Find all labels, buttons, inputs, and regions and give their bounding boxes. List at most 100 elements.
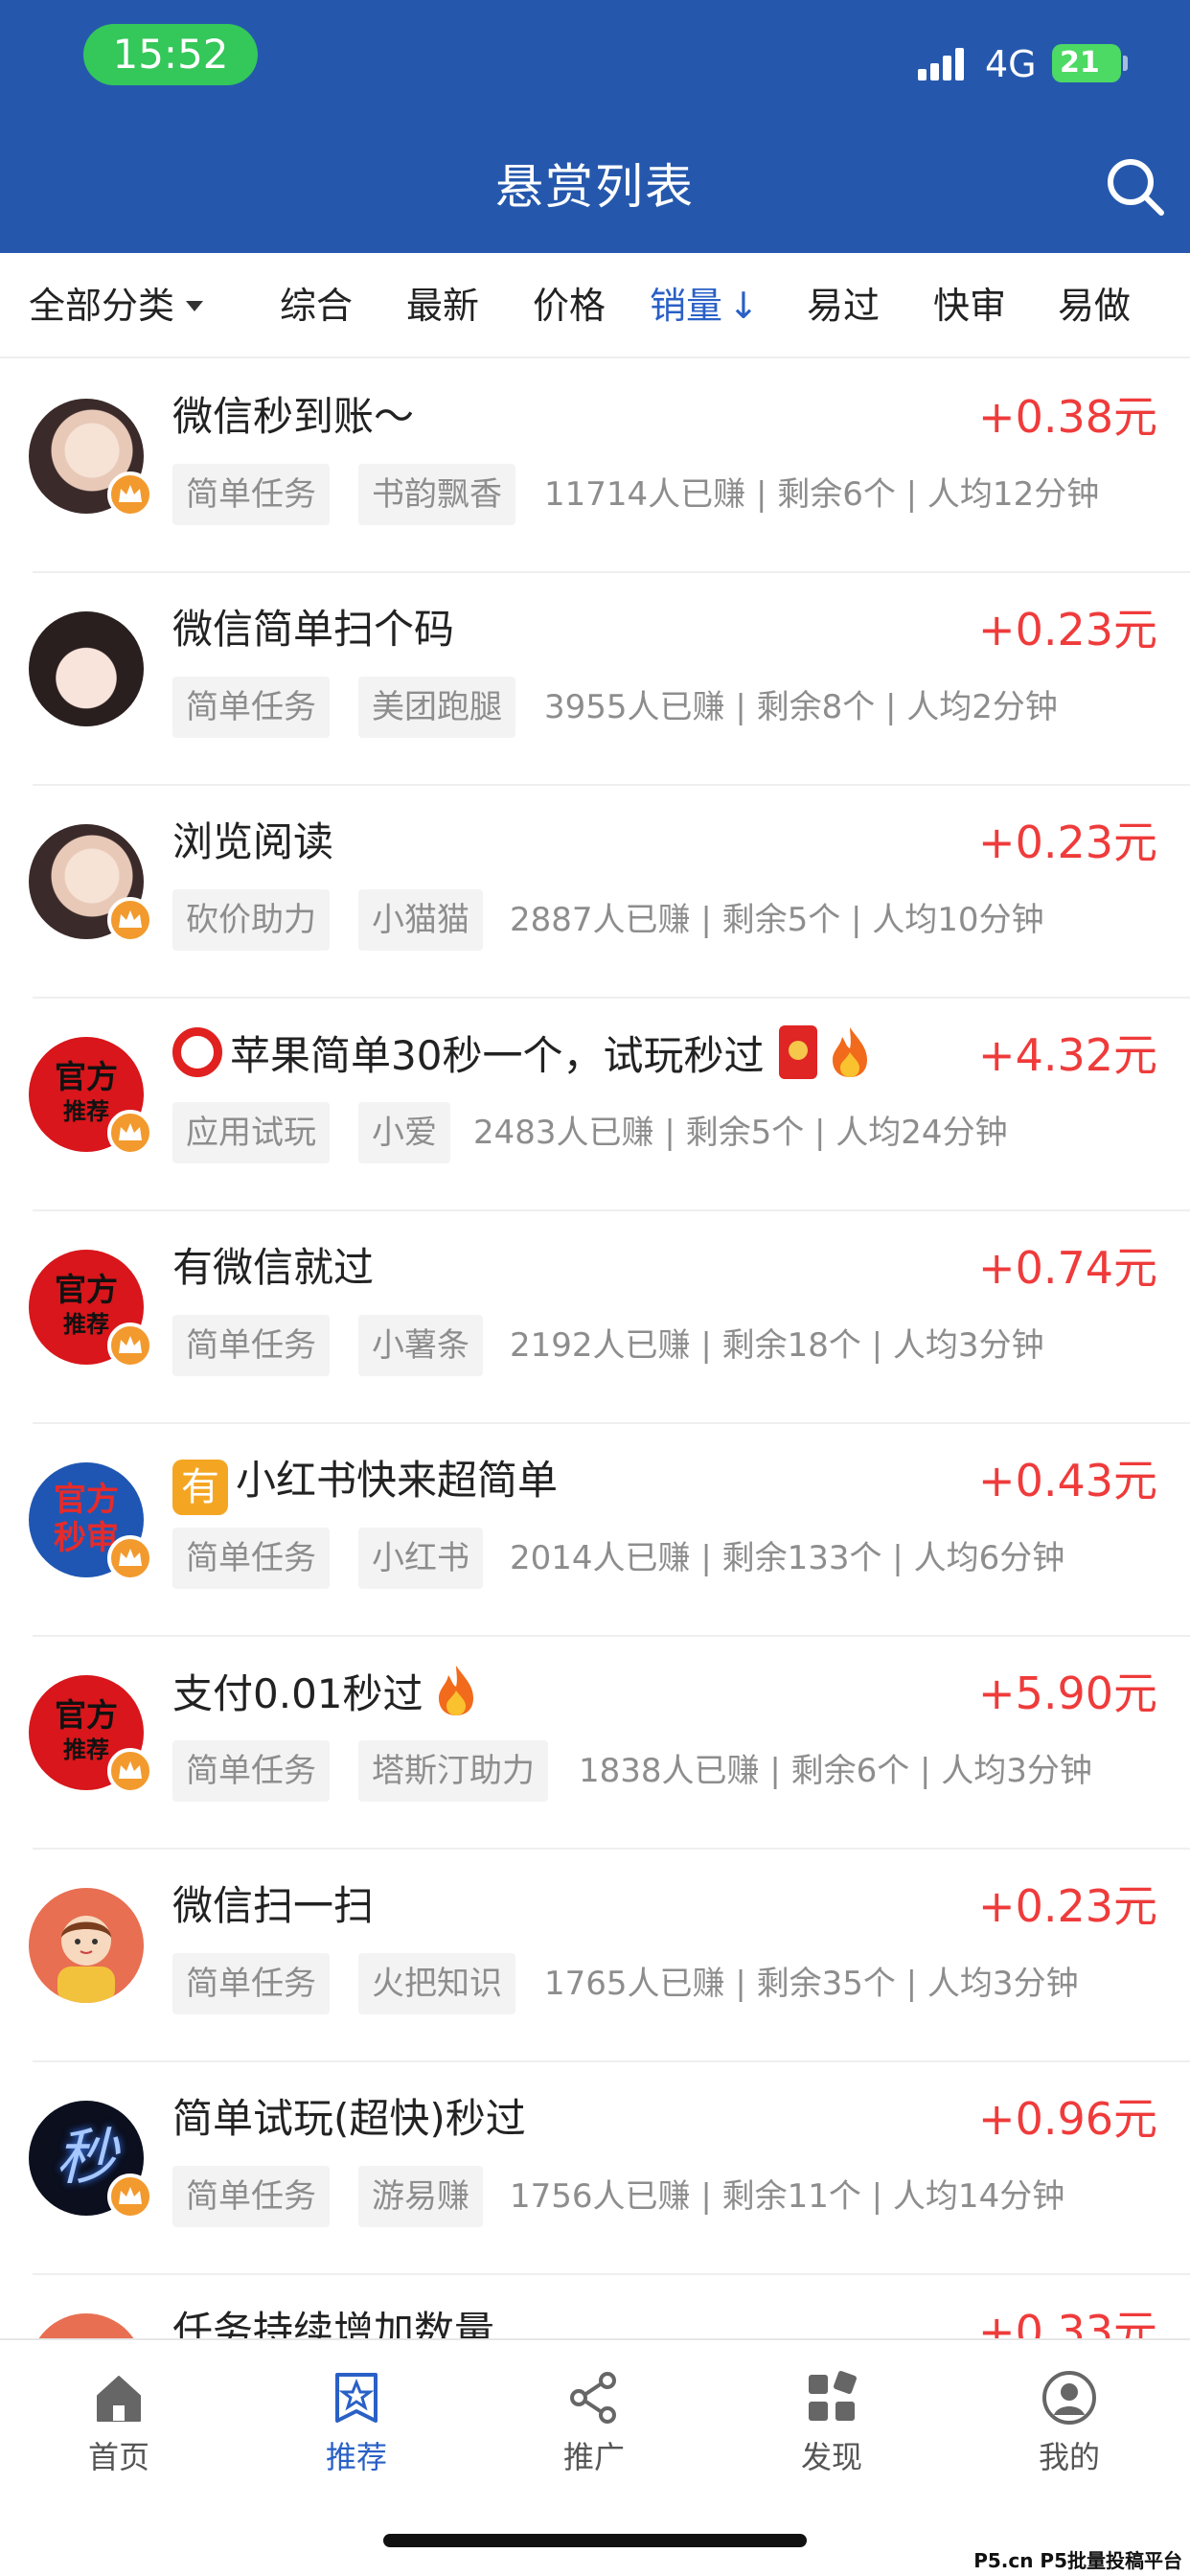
task-category-tag: 简单任务 (172, 1315, 330, 1376)
fire-icon (833, 1027, 868, 1077)
sort-down-icon: ↓ (728, 285, 759, 327)
red-envelope-icon (779, 1025, 818, 1079)
filter-bar: 全部分类 综合 最新 价格 销量 ↓ 易过 快审 易做 (0, 253, 1190, 358)
task-meta: 2192人已赚 | 剩余18个 | 人均3分钟 (510, 1326, 1044, 1365)
crown-icon (107, 1748, 153, 1794)
battery-tip (1123, 56, 1128, 71)
task-publisher-tag: 火把知识 (358, 1953, 515, 2014)
filter-sales[interactable]: 销量 ↓ (650, 253, 759, 358)
task-list: 微信秒到账～ +0.38元 简单任务 书韵飘香 11714人已赚 | 剩余6个 … (0, 360, 1190, 2338)
task-price: +0.38元 (978, 391, 1157, 443)
task-title-row: 有小红书快来超简单 (172, 1451, 558, 1515)
task-title: 微信扫一扫 (172, 1882, 375, 1929)
tab-label: 推荐 (325, 2439, 387, 2475)
tab-profile[interactable]: 我的 (950, 2358, 1188, 2482)
filter-comprehensive[interactable]: 综合 (280, 253, 353, 358)
avatar (29, 2313, 144, 2338)
task-item[interactable]: 官方 推荐 支付0.01秒过 +5.90元 简单任务 塔斯汀助力 1838人已赚… (0, 1637, 1190, 1850)
task-category-tag: 砍价助力 (172, 889, 330, 951)
task-publisher-tag: 小薯条 (358, 1315, 483, 1376)
crown-icon (107, 472, 153, 518)
red-circle-icon (172, 1027, 222, 1077)
task-price: +0.23元 (978, 816, 1157, 868)
task-category-tag: 简单任务 (172, 1740, 330, 1802)
app-header: 15:52 4G 21 悬赏列表 (0, 0, 1190, 253)
task-item[interactable]: 官方 推荐 有微信就过 +0.74元 简单任务 小薯条 2192人已赚 | 剩余… (0, 1211, 1190, 1424)
crown-icon (107, 2174, 153, 2220)
avatar-text: 官方 (55, 1271, 118, 1308)
task-price: +0.23元 (978, 1880, 1157, 1932)
tab-home[interactable]: 首页 (0, 2358, 238, 2482)
task-title: 任务持续增加数量 (172, 2308, 495, 2338)
task-price: +0.33元 (978, 2306, 1157, 2338)
task-item[interactable]: 任务持续增加数量 +0.33元 (0, 2275, 1190, 2338)
task-item[interactable]: 微信秒到账～ +0.38元 简单任务 书韵飘香 11714人已赚 | 剩余6个 … (0, 360, 1190, 573)
profile-icon (1042, 2371, 1096, 2425)
avatar (29, 611, 144, 726)
task-price: +0.74元 (978, 1242, 1157, 1294)
crown-icon (107, 897, 153, 943)
tab-discover[interactable]: 发现 (713, 2358, 950, 2482)
fire-icon (438, 1666, 473, 1715)
task-meta: 3955人已赚 | 剩余8个 | 人均2分钟 (544, 688, 1058, 726)
task-price: +0.43元 (978, 1455, 1157, 1506)
filter-all-categories[interactable]: 全部分类 (29, 253, 204, 358)
dropdown-caret-icon (186, 301, 204, 311)
status-time: 15:52 (83, 24, 258, 85)
tab-label: 首页 (87, 2439, 149, 2475)
task-title: 支付0.01秒过 (172, 1670, 423, 1717)
task-item[interactable]: 秒 简单试玩(超快)秒过 +0.96元 简单任务 游易赚 1756人已赚 | 剩… (0, 2062, 1190, 2275)
task-item[interactable]: 官方 推荐 苹果简单30秒一个，试玩秒过 +4.32元 应用试玩 小爱 2483… (0, 999, 1190, 1211)
task-title: 微信简单扫个码 (172, 606, 455, 653)
task-category-tag: 简单任务 (172, 2166, 330, 2227)
task-meta: 1756人已赚 | 剩余11个 | 人均14分钟 (510, 2177, 1065, 2216)
filter-label: 全部分类 (29, 285, 175, 327)
you-badge-icon: 有 (172, 1460, 228, 1515)
task-meta: 11714人已赚 | 剩余6个 | 人均12分钟 (544, 475, 1100, 514)
network-type: 4G (985, 43, 1037, 85)
filter-easy-pass[interactable]: 易过 (807, 253, 880, 358)
task-category-tag: 简单任务 (172, 1528, 330, 1589)
task-meta: 1838人已赚 | 剩余6个 | 人均3分钟 (579, 1752, 1092, 1790)
battery-icon: 21 (1052, 44, 1121, 82)
task-item[interactable]: 微信扫一扫 +0.23元 简单任务 火把知识 1765人已赚 | 剩余35个 |… (0, 1850, 1190, 2062)
home-indicator (383, 2534, 807, 2547)
task-publisher-tag: 小猫猫 (358, 889, 483, 951)
filter-price[interactable]: 价格 (533, 253, 606, 358)
home-icon (97, 2376, 141, 2422)
task-item[interactable]: 官方 秒审 有小红书快来超简单 +0.43元 简单任务 小红书 2014人已赚 … (0, 1424, 1190, 1637)
filter-label: 销量 (650, 285, 723, 327)
recommend-icon (335, 2373, 378, 2423)
task-title: 苹果简单30秒一个，试玩秒过 (230, 1032, 765, 1079)
task-item[interactable]: 微信简单扫个码 +0.23元 简单任务 美团跑腿 3955人已赚 | 剩余8个 … (0, 573, 1190, 786)
tab-label: 推广 (562, 2439, 625, 2475)
share-icon (570, 2372, 616, 2424)
page-title: 悬赏列表 (495, 159, 695, 215)
task-category-tag: 简单任务 (172, 677, 330, 738)
avatar (29, 1888, 144, 2003)
search-icon[interactable] (1102, 153, 1169, 220)
avatar-text: 官方 (55, 1058, 118, 1095)
avatar-text: 官方 (54, 1481, 119, 1519)
task-item[interactable]: 浏览阅读 +0.23元 砍价助力 小猫猫 2887人已赚 | 剩余5个 | 人均… (0, 786, 1190, 999)
task-title: 小红书快来超简单 (236, 1457, 559, 1504)
task-title: 有微信就过 (172, 1244, 375, 1291)
task-publisher-tag: 塔斯汀助力 (358, 1740, 548, 1802)
crown-icon (107, 1322, 153, 1368)
filter-fast-review[interactable]: 快审 (933, 253, 1006, 358)
task-publisher-tag: 小爱 (358, 1102, 450, 1163)
tab-promote[interactable]: 推广 (475, 2358, 713, 2482)
task-category-tag: 简单任务 (172, 464, 330, 525)
filter-easy-do[interactable]: 易做 (1058, 253, 1131, 358)
filter-latest[interactable]: 最新 (406, 253, 479, 358)
task-price: +0.23元 (978, 604, 1157, 656)
crown-icon (107, 1535, 153, 1581)
watermark: P5.cn P5批量投稿平台 (973, 2549, 1182, 2572)
task-title: 简单试玩(超快)秒过 (172, 2095, 526, 2142)
task-title: 浏览阅读 (172, 818, 334, 865)
tab-recommend[interactable]: 推荐 (238, 2358, 475, 2482)
task-publisher-tag: 小红书 (358, 1528, 483, 1589)
task-price: +4.32元 (978, 1029, 1157, 1081)
task-price: +5.90元 (978, 1668, 1157, 1719)
discover-icon (809, 2371, 857, 2421)
